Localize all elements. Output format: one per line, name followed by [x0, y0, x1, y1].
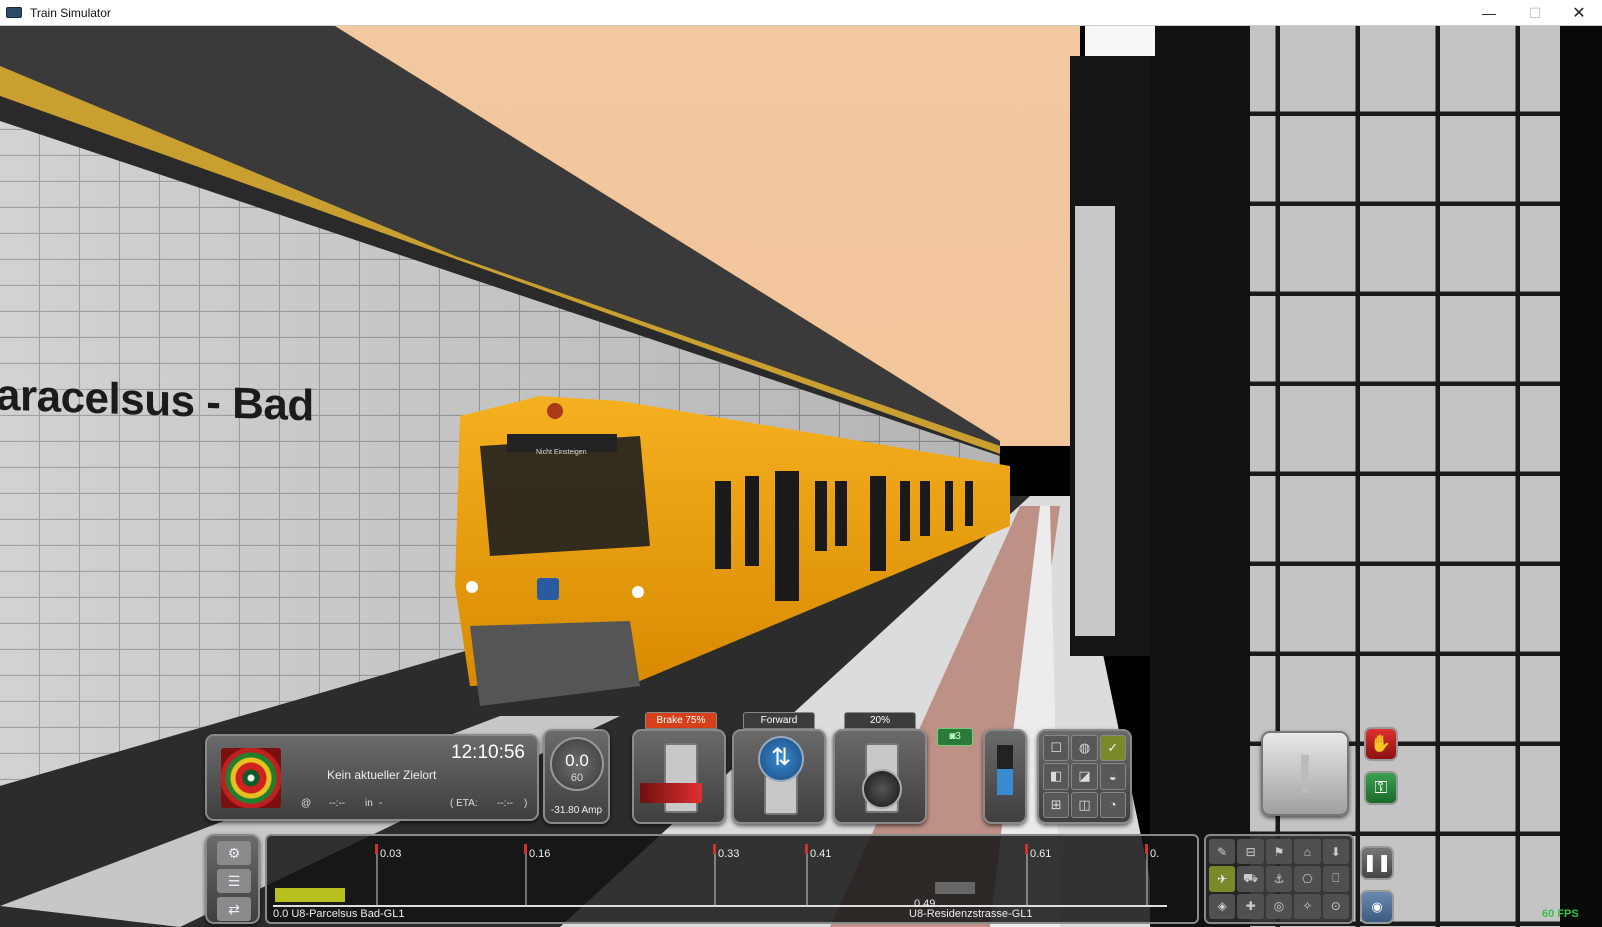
control-button-1[interactable]: ☐ [1043, 735, 1070, 762]
view-button-5[interactable]: ⬇ [1322, 839, 1349, 865]
fps-counter: 60 FPS [1542, 908, 1579, 920]
reverser-arrows-icon[interactable]: ⇅ [758, 736, 804, 782]
tool-button-1[interactable]: ⚙ [217, 841, 251, 865]
control-button-3[interactable]: ✓ [1099, 735, 1126, 762]
view-button-14[interactable]: ✧ [1294, 893, 1321, 919]
speed-limit: 60 [570, 772, 584, 784]
clock: 12:10:56 [451, 742, 525, 763]
signal-marker-icon [713, 844, 716, 854]
track-monitor: 0.03 0.16 0.33 0.41 0.61 0. 0.0 U8-Parcelsus … [265, 834, 1199, 924]
tool-button-2[interactable]: ☰ [217, 869, 251, 893]
camera-view-grid: ✎ ⊟ ⚑ ⌂ ⬇ ✈ ⛟ ⚓ ⎔ ⎕ ◈ ✚ ◎ ✧ ⊙ [1204, 834, 1354, 924]
at-time: --:-- [329, 798, 346, 809]
alert-panel[interactable]: ! [1261, 731, 1349, 816]
signal-marker-icon [524, 844, 527, 854]
reverser-label: Forward [743, 712, 815, 729]
train-destination-sign: Nicht Einsteigen [536, 449, 587, 456]
key-button[interactable]: ⚿ [1364, 771, 1398, 805]
signal-marker-icon [375, 844, 378, 854]
signal-marker-icon [1025, 844, 1028, 854]
pressure-gauge-panel [983, 729, 1027, 824]
control-button-5[interactable]: ◪ [1071, 763, 1098, 790]
signal-marker-icon [805, 844, 808, 854]
emergency-stop-button[interactable]: ✋ [1364, 727, 1398, 761]
alert-exclamation-icon: ! [1295, 742, 1315, 805]
window-titlebar: Train Simulator — ☐ ✕ [0, 0, 1602, 26]
eta-label: ( ETA: [450, 798, 478, 809]
next-station-label: U8-Residenzstrasse-GL1 [909, 908, 1033, 920]
speed-value: 0.0 [565, 751, 589, 770]
track-distance-label: 0.16 [529, 848, 551, 860]
camera-badge-icon[interactable]: ◙3 [937, 728, 973, 746]
brake-lever-panel[interactable] [632, 729, 726, 824]
maximize-button[interactable]: ☐ [1512, 0, 1558, 26]
view-button-1[interactable]: ✎ [1209, 839, 1236, 865]
in-label: in [365, 798, 373, 809]
view-button-15[interactable]: ⊙ [1322, 893, 1349, 919]
brake-label: Brake 75% [645, 712, 717, 729]
destination-text: Kein aktueller Zielort [327, 768, 437, 782]
gauge-fill [997, 769, 1013, 795]
view-button-13[interactable]: ◎ [1265, 893, 1293, 919]
next-station-icon [935, 882, 975, 894]
view-button-8[interactable]: ⚓ [1265, 866, 1293, 892]
train-position-icon [275, 888, 345, 902]
close-button[interactable]: ✕ [1556, 0, 1602, 26]
screenshot-button[interactable]: ◉ [1360, 890, 1394, 924]
view-button-11[interactable]: ◈ [1209, 893, 1236, 919]
throttle-knob-icon[interactable] [862, 769, 902, 809]
track-distance-label: 0.03 [380, 848, 402, 860]
view-button-4[interactable]: ⌂ [1294, 839, 1321, 865]
signal-marker-icon [1145, 844, 1148, 854]
view-button-6[interactable]: ✈ [1209, 866, 1236, 892]
eta-value: --:-- [497, 798, 514, 809]
speedometer-panel: 0.0 60 -31.80 Amp [543, 729, 610, 824]
window-title: Train Simulator [30, 5, 111, 20]
navigation-panel: 12:10:56 Kein aktueller Zielort @ --:-- … [205, 734, 539, 821]
view-button-9[interactable]: ⎔ [1294, 866, 1321, 892]
control-button-8[interactable]: ◫ [1071, 791, 1098, 818]
control-button-9[interactable]: ◔ [1099, 791, 1126, 818]
control-button-6[interactable]: ◒ [1099, 763, 1126, 790]
view-button-7[interactable]: ⛟ [1237, 866, 1264, 892]
train-controls-grid: ☐ ◍ ✓ ◧ ◪ ◒ ⊞ ◫ ◔ [1037, 729, 1132, 824]
eta-close: ) [524, 798, 528, 809]
at-symbol: @ [301, 798, 312, 809]
app-icon [6, 7, 22, 18]
control-button-4[interactable]: ◧ [1043, 763, 1070, 790]
in-value: - [379, 798, 383, 809]
tools-panel: ⚙ ☰ ⇄ [205, 834, 260, 924]
ammeter-readout: -31.80 Amp [550, 805, 603, 816]
view-button-2[interactable]: ⊟ [1237, 839, 1264, 865]
view-button-3[interactable]: ⚑ [1265, 839, 1293, 865]
track-distance-label: 0. [1150, 848, 1160, 860]
brake-level-bar [640, 783, 702, 803]
track-distance-label: 0.61 [1030, 848, 1052, 860]
minimize-button[interactable]: — [1466, 0, 1512, 26]
pause-button[interactable]: ❚❚ [1360, 846, 1394, 880]
view-button-10[interactable]: ⎕ [1322, 866, 1349, 892]
track-distance-label: 0.41 [810, 848, 832, 860]
speedometer-dial: 0.0 60 [550, 737, 604, 791]
view-button-12[interactable]: ✚ [1237, 893, 1264, 919]
origin-station-label: 0.0 U8-Parcelsus Bad-GL1 [273, 908, 405, 920]
throttle-label: 20% [844, 712, 916, 729]
control-button-2[interactable]: ◍ [1071, 735, 1098, 762]
tool-button-3[interactable]: ⇄ [217, 897, 251, 921]
reverser-lever-panel[interactable]: ⇅ [732, 729, 826, 824]
signal-indicator-icon [221, 748, 281, 808]
control-button-7[interactable]: ⊞ [1043, 791, 1070, 818]
track-distance-label: 0.33 [718, 848, 740, 860]
throttle-lever-panel[interactable] [833, 729, 927, 824]
